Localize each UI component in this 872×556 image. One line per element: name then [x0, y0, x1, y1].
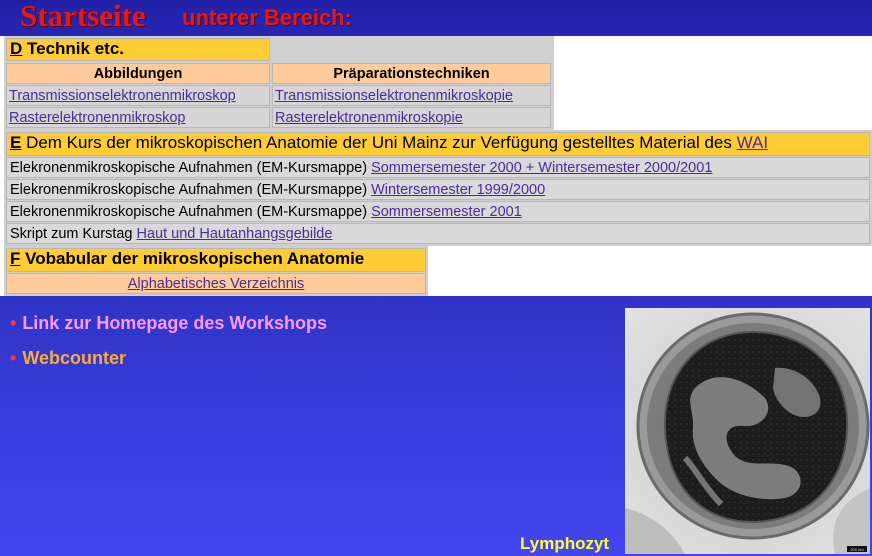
- list-item-em-ss2000: Elekronenmikroskopische Aufnahmen (EM-Ku…: [6, 157, 870, 178]
- section-e-letter: E: [10, 133, 22, 152]
- column-header-abbildungen: Abbildungen: [6, 63, 270, 84]
- cell-tem-praeparation: Transmissionselektronenmikroskopie: [272, 85, 551, 106]
- page-title: Startseite: [20, 0, 146, 33]
- row-label: Skript zum Kurstag: [10, 226, 137, 242]
- webcounter-link-line: • Webcounter: [10, 348, 126, 369]
- section-d-title: Technik etc.: [22, 39, 124, 58]
- row-label: Elekronenmikroskopische Aufnahmen (EM-Ku…: [10, 204, 372, 220]
- section-f-heading: F Vobabular der mikroskopischen Anatomie: [6, 248, 426, 272]
- list-item-em-ss2001: Elekronenmikroskopische Aufnahmen (EM-Ku…: [6, 201, 870, 222]
- page-subtitle: unterer Bereich:: [182, 5, 352, 30]
- link-ws1999[interactable]: Wintersemester 1999/2000: [371, 182, 545, 198]
- section-f-letter: F: [10, 249, 21, 268]
- row-label: Elekronenmikroskopische Aufnahmen (EM-Ku…: [10, 182, 372, 198]
- link-rem-abbildungen[interactable]: Rasterelektronenmikroskop: [9, 110, 186, 126]
- bullet-icon: •: [10, 313, 17, 333]
- link-webcounter[interactable]: Webcounter: [22, 348, 126, 368]
- list-item-em-ws1999: Elekronenmikroskopische Aufnahmen (EM-Ku…: [6, 179, 870, 200]
- cell-tem-abbildungen: Transmissionselektronenmikroskop: [6, 85, 270, 106]
- column-header-praeparation: Präparationstechniken: [272, 63, 551, 84]
- link-wai[interactable]: WAI: [737, 133, 768, 152]
- lymphocyte-micrograph: 200 nm: [625, 308, 870, 554]
- link-rem-praeparation[interactable]: Rasterelektronenmikroskopie: [275, 110, 463, 126]
- link-tem-abbildungen[interactable]: Transmissionselektronenmikroskop: [9, 88, 236, 104]
- section-f-title: Vobabular der mikroskopischen Anatomie: [20, 249, 365, 268]
- link-ss2001[interactable]: Sommersemester 2001: [371, 204, 522, 220]
- bullet-icon: •: [10, 348, 17, 368]
- image-caption: Lymphozyt: [520, 534, 610, 553]
- link-haut[interactable]: Haut und Hautanhangsgebilde: [137, 226, 333, 242]
- section-d-letter: D: [10, 39, 23, 58]
- cell-rem-abbildungen: Rasterelektronenmikroskop: [6, 107, 270, 128]
- list-item-skript: Skript zum Kurstag Haut und Hautanhangsg…: [6, 223, 870, 244]
- section-e-heading: E Dem Kurs der mikroskopischen Anatomie …: [6, 132, 870, 156]
- cell-rem-praeparation: Rasterelektronenmikroskopie: [272, 107, 551, 128]
- cell-alphabetisch: Alphabetisches Verzeichnis: [6, 273, 426, 294]
- link-ss2000-ws2000[interactable]: Sommersemester 2000 + Wintersemester 200…: [371, 160, 712, 176]
- workshop-link-line: • Link zur Homepage des Workshops: [10, 313, 327, 334]
- section-e-title: Dem Kurs der mikroskopischen Anatomie de…: [21, 133, 737, 152]
- header-bar: Startseite unterer Bereich:: [0, 0, 872, 36]
- section-d-heading: D Technik etc.: [6, 38, 270, 61]
- link-workshop[interactable]: Link zur Homepage des Workshops: [22, 313, 327, 333]
- row-label: Elekronenmikroskopische Aufnahmen (EM-Ku…: [10, 160, 372, 176]
- scale-bar-label: 200 nm: [850, 547, 864, 552]
- link-tem-praeparation[interactable]: Transmissionselektronenmikroskopie: [275, 88, 513, 104]
- link-alphabetisches-verzeichnis[interactable]: Alphabetisches Verzeichnis: [128, 276, 305, 292]
